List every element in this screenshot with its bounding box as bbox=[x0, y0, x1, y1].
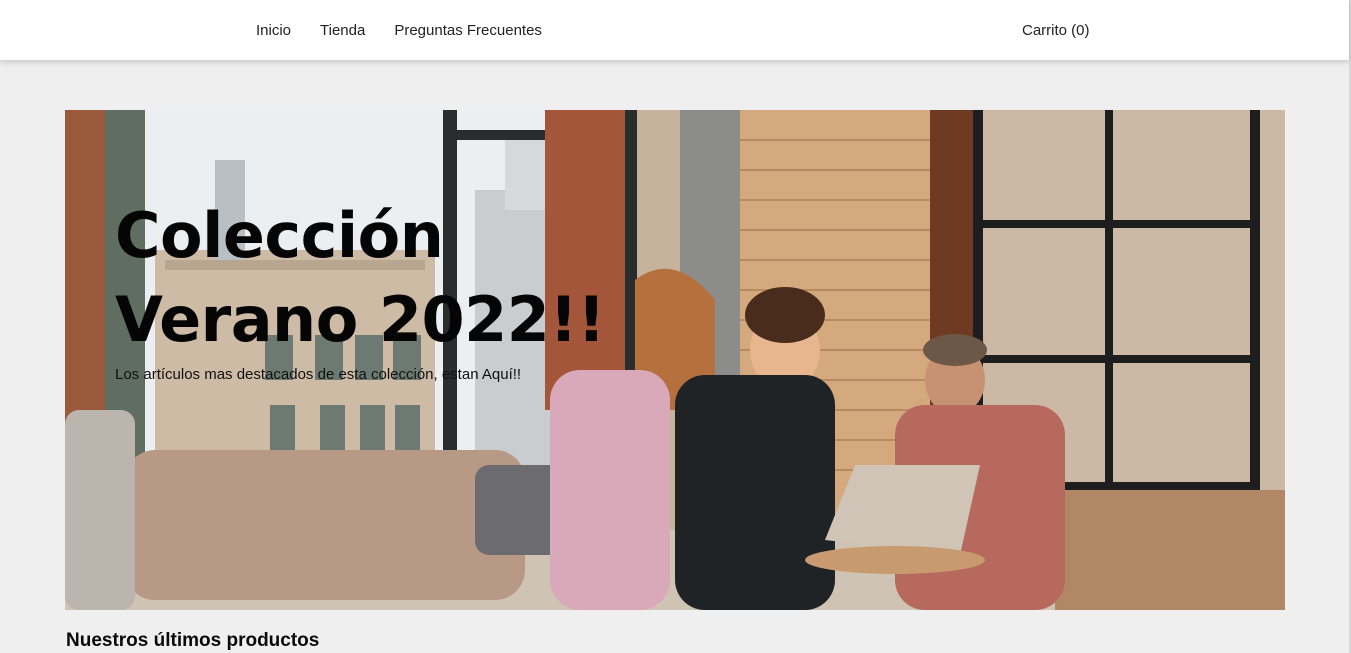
nav-link-tienda[interactable]: Tienda bbox=[320, 22, 365, 39]
cart-link[interactable]: Carrito (0) bbox=[1022, 0, 1090, 60]
latest-products-heading: Nuestros últimos productos bbox=[66, 630, 320, 651]
top-navbar: Inicio Tienda Preguntas Frecuentes Carri… bbox=[0, 0, 1349, 60]
main-nav: Inicio Tienda Preguntas Frecuentes bbox=[256, 0, 571, 60]
nav-link-inicio[interactable]: Inicio bbox=[256, 22, 291, 39]
hero-banner: Colección Verano 2022!! Los artículos ma… bbox=[65, 110, 1285, 610]
nav-link-preguntas-frecuentes[interactable]: Preguntas Frecuentes bbox=[394, 22, 542, 39]
hero-title: Colección Verano 2022!! bbox=[115, 199, 605, 356]
hero-subtitle: Los artículos mas destacados de esta col… bbox=[115, 366, 522, 383]
